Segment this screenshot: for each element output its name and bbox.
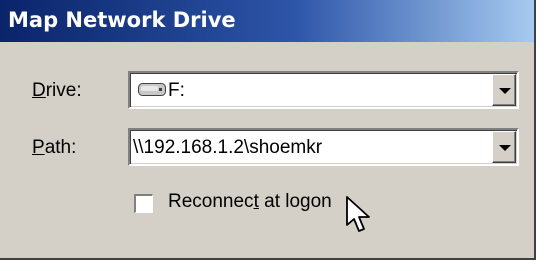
drive-label: Drive: [32, 80, 82, 102]
path-combobox[interactable]: \\192.168.1.2\shoemkr [128, 128, 519, 166]
title-bar[interactable]: Map Network Drive [0, 0, 534, 42]
drive-value: F: [168, 80, 185, 101]
chevron-down-icon [499, 88, 511, 94]
reconnect-label-start: Reconnec [168, 191, 254, 212]
reconnect-checkbox[interactable] [134, 194, 153, 213]
path-label-text: ath: [44, 137, 77, 158]
reconnect-label[interactable]: Reconnect at logon [168, 191, 332, 213]
dialog-title: Map Network Drive [8, 8, 236, 32]
drive-label-text: rive: [45, 80, 82, 101]
drive-dropdown-button[interactable] [492, 74, 516, 106]
map-network-drive-dialog: Map Network Drive Drive: F: Path: \\192.… [0, 0, 536, 260]
drive-dropdown[interactable]: F: [128, 71, 519, 109]
network-drive-icon [138, 83, 166, 96]
chevron-down-icon [499, 145, 511, 151]
path-dropdown-button[interactable] [492, 131, 516, 163]
path-label: Path: [32, 137, 76, 159]
path-label-mnemonic: P [32, 137, 45, 158]
reconnect-label-end: at logon [258, 191, 332, 212]
drive-label-mnemonic: D [32, 80, 46, 101]
mouse-pointer-icon [346, 196, 370, 232]
path-value: \\192.168.1.2\shoemkr [133, 137, 323, 158]
